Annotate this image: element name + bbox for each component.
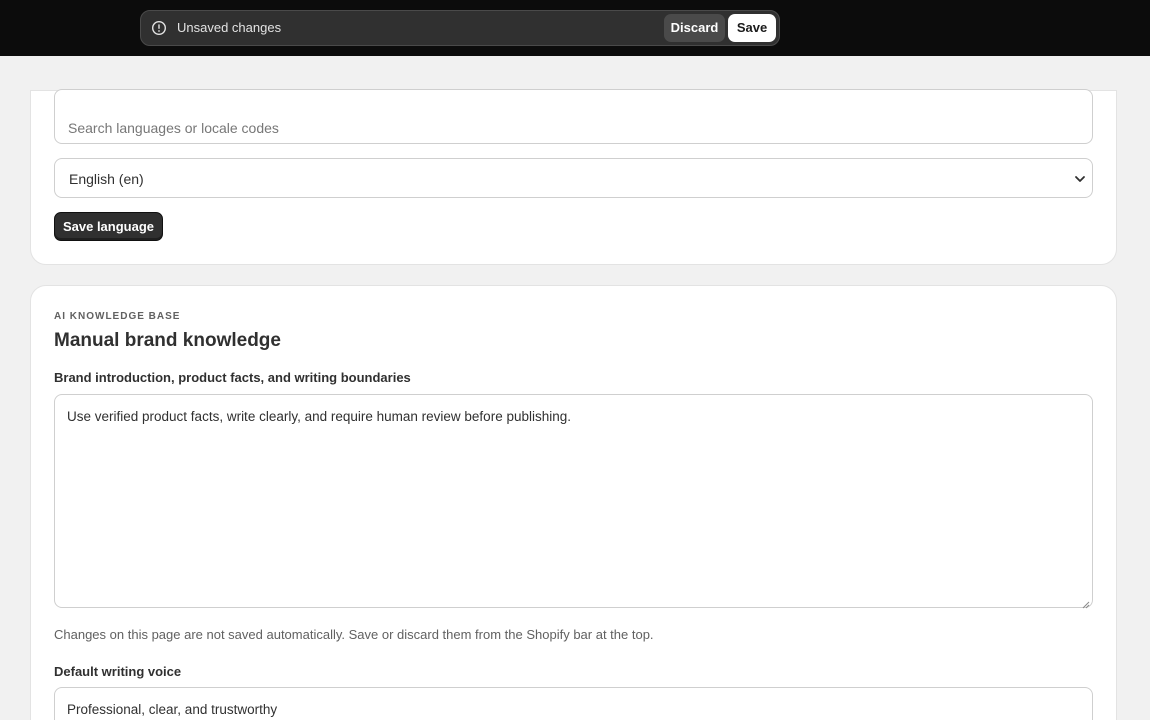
section-overline: AI KNOWLEDGE BASE [54, 311, 181, 322]
brand-knowledge-label: Brand introduction, product facts, and w… [54, 370, 411, 385]
alert-circle-icon [151, 20, 167, 36]
save-language-button[interactable]: Save language [54, 212, 163, 241]
card-title: Manual brand knowledge [54, 330, 281, 351]
language-select[interactable]: English (en) [54, 158, 1093, 198]
discard-button[interactable]: Discard [664, 14, 725, 42]
language-search-input[interactable]: Search languages or locale codes [54, 89, 1093, 144]
resize-grip-icon[interactable] [1082, 597, 1090, 609]
chevron-down-icon [1074, 172, 1086, 184]
save-button[interactable]: Save [728, 14, 776, 42]
language-select-value: English (en) [69, 171, 144, 187]
knowledge-base-card: AI KNOWLEDGE BASE Manual brand knowledge… [30, 285, 1117, 720]
help-text: Changes on this page are not saved autom… [54, 627, 654, 642]
writing-voice-label: Default writing voice [54, 664, 182, 679]
writing-voice-value: Professional, clear, and trustworthy [67, 702, 278, 717]
writing-voice-input[interactable]: Professional, clear, and trustworthy [54, 687, 1093, 720]
unsaved-changes-message: Unsaved changes [177, 20, 282, 35]
contextual-save-bar-region: Unsaved changes Discard Save [0, 0, 1150, 56]
language-card: Search languages or locale codes English… [30, 89, 1117, 265]
contextual-save-bar: Unsaved changes Discard Save [140, 10, 780, 46]
brand-knowledge-value: Use verified product facts, write clearl… [67, 409, 571, 424]
brand-knowledge-textarea[interactable]: Use verified product facts, write clearl… [54, 394, 1093, 609]
